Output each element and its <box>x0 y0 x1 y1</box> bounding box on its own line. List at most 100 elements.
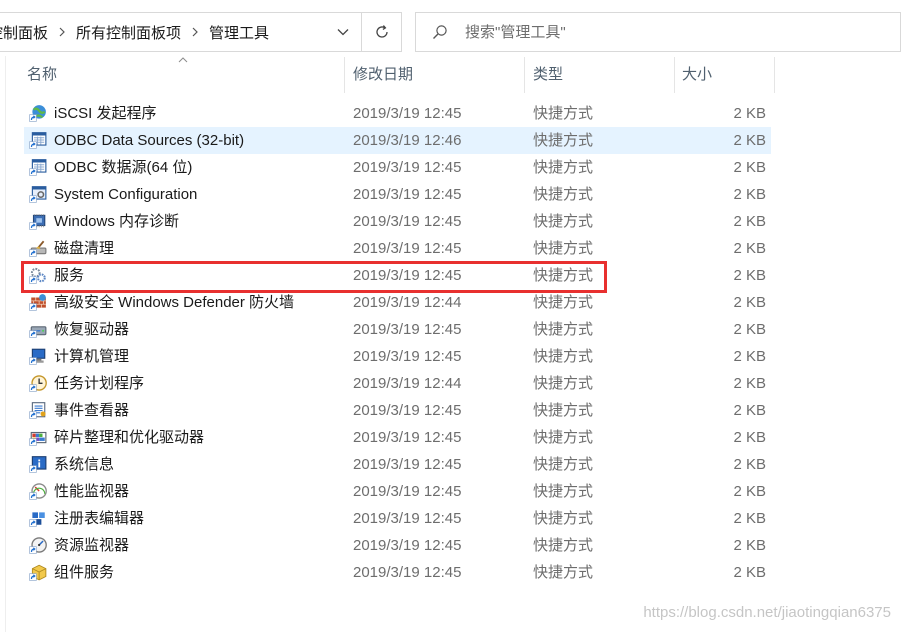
iscsi-icon <box>29 104 47 122</box>
navigation-pane-splitter[interactable] <box>5 56 6 632</box>
file-row[interactable]: 注册表编辑器 2019/3/19 12:45 快捷方式 2 KB <box>24 505 771 532</box>
file-row[interactable]: System Configuration 2019/3/19 12:45 快捷方式 2… <box>24 181 771 208</box>
file-row[interactable]: iSCSI 发起程序 2019/3/19 12:45 快捷方式 2 KB <box>24 100 771 127</box>
modified-date: 2019/3/19 12:45 <box>353 456 462 473</box>
file-name: 注册表编辑器 <box>54 510 145 527</box>
file-size: 2 KB <box>733 510 766 527</box>
file-name: 性能监视器 <box>54 483 130 500</box>
file-type: 快捷方式 <box>533 294 594 311</box>
file-type: 快捷方式 <box>533 186 594 203</box>
modified-date: 2019/3/19 12:44 <box>353 375 462 392</box>
services-icon <box>29 266 47 284</box>
system-config-icon <box>29 185 47 203</box>
breadcrumb-item-administrative-tools[interactable]: 管理工具 <box>209 22 269 43</box>
file-row[interactable]: ODBC Data Sources (32-bit) 2019/3/19 12:4… <box>24 127 771 154</box>
file-name: 高级安全 Windows Defender 防火墙 <box>54 294 295 311</box>
breadcrumb: 控制面板 所有控制面板项 管理工具 <box>0 13 330 51</box>
file-size: 2 KB <box>733 348 766 365</box>
file-size: 2 KB <box>733 159 766 176</box>
modified-date: 2019/3/19 12:45 <box>353 240 462 257</box>
file-row[interactable]: 高级安全 Windows Defender 防火墙 2019/3/19 12:44… <box>24 289 771 316</box>
file-size: 2 KB <box>733 105 766 122</box>
file-size: 2 KB <box>733 402 766 419</box>
breadcrumb-item-control-panel[interactable]: 控制面板 <box>0 22 48 43</box>
registry-editor-icon <box>29 509 47 527</box>
search-box[interactable] <box>415 12 901 52</box>
file-row[interactable]: 资源监视器 2019/3/19 12:45 快捷方式 2 KB <box>24 532 771 559</box>
file-size: 2 KB <box>733 267 766 284</box>
file-name: 资源监视器 <box>54 537 130 554</box>
file-name: 组件服务 <box>54 564 115 581</box>
modified-date: 2019/3/19 12:45 <box>353 537 462 554</box>
defrag-icon <box>29 428 47 446</box>
recovery-drive-icon <box>29 320 47 338</box>
file-name: ODBC Data Sources (32-bit) <box>54 132 245 149</box>
file-row[interactable]: ODBC 数据源(64 位) 2019/3/19 12:45 快捷方式 2 KB <box>24 154 771 181</box>
file-type: 快捷方式 <box>533 321 594 338</box>
file-row[interactable]: 服务 2019/3/19 12:45 快捷方式 2 KB <box>24 262 771 289</box>
modified-date: 2019/3/19 12:45 <box>353 105 462 122</box>
system-information-icon <box>29 455 47 473</box>
file-size: 2 KB <box>733 537 766 554</box>
modified-date: 2019/3/19 12:45 <box>353 483 462 500</box>
column-header-type[interactable]: 类型 <box>525 57 675 93</box>
file-row[interactable]: 磁盘清理 2019/3/19 12:45 快捷方式 2 KB <box>24 235 771 262</box>
file-type: 快捷方式 <box>533 429 594 446</box>
file-size: 2 KB <box>733 321 766 338</box>
modified-date: 2019/3/19 12:45 <box>353 348 462 365</box>
file-list: iSCSI 发起程序 2019/3/19 12:45 快捷方式 2 KB ODBC Da… <box>21 100 771 586</box>
memory-diagnostic-icon <box>29 212 47 230</box>
modified-date: 2019/3/19 12:45 <box>353 321 462 338</box>
file-type: 快捷方式 <box>533 267 594 284</box>
file-row[interactable]: 计算机管理 2019/3/19 12:45 快捷方式 2 KB <box>24 343 771 370</box>
file-row[interactable]: 任务计划程序 2019/3/19 12:44 快捷方式 2 KB <box>24 370 771 397</box>
file-type: 快捷方式 <box>533 348 594 365</box>
file-row[interactable]: 事件查看器 2019/3/19 12:45 快捷方式 2 KB <box>24 397 771 424</box>
column-header-modified[interactable]: 修改日期 <box>345 57 525 93</box>
column-header-label: 名称 <box>27 66 58 83</box>
chevron-right-icon[interactable] <box>191 27 199 37</box>
file-name: 磁盘清理 <box>54 240 115 257</box>
file-row[interactable]: Windows 内存诊断 2019/3/19 12:45 快捷方式 2 KB <box>24 208 771 235</box>
odbc-icon <box>29 131 47 149</box>
file-type: 快捷方式 <box>533 483 594 500</box>
file-name: 碎片整理和优化驱动器 <box>54 429 205 446</box>
file-row[interactable]: 性能监视器 2019/3/19 12:45 快捷方式 2 KB <box>24 478 771 505</box>
file-row[interactable]: 碎片整理和优化驱动器 2019/3/19 12:45 快捷方式 2 KB <box>24 424 771 451</box>
breadcrumb-item-all-control-panel-items[interactable]: 所有控制面板项 <box>76 22 181 43</box>
modified-date: 2019/3/19 12:45 <box>353 510 462 527</box>
odbc-icon <box>29 158 47 176</box>
file-row[interactable]: 恢复驱动器 2019/3/19 12:45 快捷方式 2 KB <box>24 316 771 343</box>
column-header-label: 修改日期 <box>353 66 414 83</box>
file-type: 快捷方式 <box>533 132 594 149</box>
file-name: 系统信息 <box>54 456 115 473</box>
file-name: 恢复驱动器 <box>54 321 130 338</box>
file-type: 快捷方式 <box>533 105 594 122</box>
chevron-down-icon[interactable] <box>337 28 349 36</box>
file-size: 2 KB <box>733 375 766 392</box>
file-size: 2 KB <box>733 483 766 500</box>
file-size: 2 KB <box>733 456 766 473</box>
refresh-icon <box>374 24 390 40</box>
file-name: iSCSI 发起程序 <box>54 105 157 122</box>
search-input[interactable] <box>465 13 885 51</box>
file-type: 快捷方式 <box>533 537 594 554</box>
chevron-right-icon[interactable] <box>58 27 66 37</box>
address-bar[interactable]: 控制面板 所有控制面板项 管理工具 <box>0 12 362 52</box>
file-name: 服务 <box>54 267 85 284</box>
file-row[interactable]: 系统信息 2019/3/19 12:45 快捷方式 2 KB <box>24 451 771 478</box>
resource-monitor-icon <box>29 536 47 554</box>
file-type: 快捷方式 <box>533 510 594 527</box>
column-header-size[interactable]: 大小 <box>675 57 775 93</box>
file-row[interactable]: 组件服务 2019/3/19 12:45 快捷方式 2 KB <box>24 559 771 586</box>
file-type: 快捷方式 <box>533 213 594 230</box>
refresh-button[interactable] <box>361 12 402 52</box>
file-type: 快捷方式 <box>533 375 594 392</box>
file-size: 2 KB <box>733 186 766 203</box>
modified-date: 2019/3/19 12:45 <box>353 186 462 203</box>
file-type: 快捷方式 <box>533 564 594 581</box>
component-services-icon <box>29 563 47 581</box>
file-name: 任务计划程序 <box>54 375 145 392</box>
file-type: 快捷方式 <box>533 402 594 419</box>
event-viewer-icon <box>29 401 47 419</box>
